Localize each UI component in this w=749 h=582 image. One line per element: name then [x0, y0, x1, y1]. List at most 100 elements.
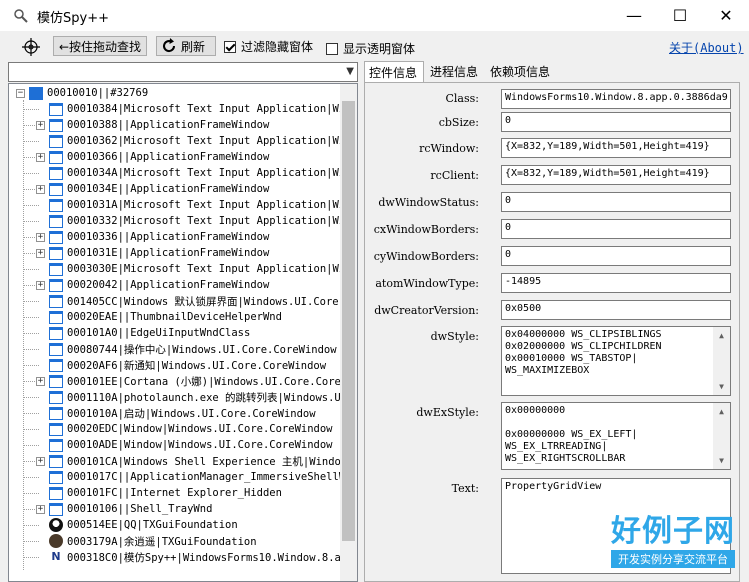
window-icon [49, 118, 63, 132]
filter-hidden-checkbox[interactable]: 过滤隐藏窗体 [224, 38, 313, 55]
tree-item[interactable]: 0001017C||ApplicationManager_ImmersiveSh… [36, 469, 351, 485]
window-icon [49, 230, 63, 244]
cxwindowborders-field[interactable]: 0 [501, 219, 731, 239]
tree-item-label: 0001017C||ApplicationManager_ImmersiveSh… [67, 471, 352, 483]
cywindowborders-field[interactable]: 0 [501, 246, 731, 266]
filter-hidden-check[interactable] [224, 40, 236, 53]
window-icon [49, 150, 63, 164]
tree-item[interactable]: 00010384|Microsoft Text Input Applicatio… [36, 101, 345, 117]
window-icon [49, 262, 63, 276]
tree-item[interactable]: 0003030E|Microsoft Text Input Applicatio… [36, 261, 345, 277]
expand-icon[interactable]: + [36, 456, 45, 466]
dwcreatorversion-field[interactable]: 0x0500 [501, 300, 731, 320]
tree-item[interactable]: +0001034E||ApplicationFrameWindow [36, 181, 269, 197]
style-line: WS_MAXIMIZEBOX [505, 365, 590, 376]
dwstyle-label: dwStyle: [430, 330, 479, 343]
close-button[interactable]: ✕ [703, 0, 749, 31]
style-line: WS_EX_RIGHTSCROLLBAR [505, 453, 626, 464]
tree-item[interactable]: 00010332|Microsoft Text Input Applicatio… [36, 213, 345, 229]
tree-item-label: 0001034E||ApplicationFrameWindow [67, 183, 270, 195]
tree-item[interactable]: +00010388||ApplicationFrameWindow [36, 117, 269, 133]
show-transparent-check[interactable] [326, 42, 338, 55]
tree-item[interactable]: +00010336||ApplicationFrameWindow [36, 229, 269, 245]
tree-scrollbar[interactable] [340, 84, 357, 581]
window-icon [49, 470, 63, 484]
dwstyle-scrollbar[interactable]: ▲ ▼ [713, 327, 730, 395]
style-line [505, 417, 727, 429]
tree-item[interactable]: 000101FC||Internet Explorer_Hidden [36, 485, 282, 501]
tree-root[interactable]: − 00010010||#32769 [16, 85, 148, 101]
tree-item-label: 0003179A|余逍遥|TXGuiFoundation [67, 535, 257, 548]
tree-item[interactable]: 00010ADE|Window|Windows.UI.Core.CoreWind… [36, 437, 333, 453]
dwexstyle-textbox[interactable]: 0x00000000 0x00000000 WS_EX_LEFT| WS_EX_LT… [501, 402, 731, 470]
cbsize-field[interactable]: 0 [501, 112, 731, 132]
scroll-up-icon[interactable]: ▲ [713, 327, 730, 344]
tree-item[interactable]: 0001010A|启动|Windows.UI.Core.CoreWindow [36, 405, 316, 421]
tree-item[interactable]: +0001031E||ApplicationFrameWindow [36, 245, 269, 261]
rcclient-field[interactable]: {X=832,Y=189,Width=501,Height=419} [501, 165, 731, 185]
tree-item[interactable]: +00010106||Shell_TrayWnd [36, 501, 212, 517]
tree-item[interactable]: 00020EDC|Window|Windows.UI.Core.CoreWind… [36, 421, 333, 437]
maximize-button[interactable]: ☐ [657, 0, 703, 31]
window-filter-combo[interactable]: ▼ [8, 62, 358, 82]
collapse-icon[interactable]: − [16, 88, 25, 98]
tree-item[interactable]: 0001110A|photolaunch.exe 的跳转列表|Windows.U [36, 389, 341, 405]
scroll-down-icon[interactable]: ▼ [713, 452, 730, 469]
window-tree[interactable]: − 00010010||#32769 00010384|Microsoft Te… [8, 83, 358, 582]
expand-icon[interactable]: + [36, 376, 45, 386]
tree-item[interactable]: 001405CC|Windows 默认锁屏界面|Windows.UI.Core [36, 293, 339, 309]
tree-item[interactable]: 0001034A|Microsoft Text Input Applicatio… [36, 165, 345, 181]
tree-item[interactable]: 00080744|操作中心|Windows.UI.Core.CoreWindow [36, 341, 337, 357]
magnifier-icon [14, 9, 28, 23]
expand-icon[interactable]: + [36, 120, 45, 130]
scroll-down-icon[interactable]: ▼ [713, 378, 730, 395]
tree-item[interactable]: 00010362|Microsoft Text Input Applicatio… [36, 133, 345, 149]
refresh-button[interactable]: 刷新 [156, 36, 216, 56]
tab-control-info[interactable]: 控件信息 [364, 61, 424, 82]
atomwindowtype-field[interactable]: -14895 [501, 273, 731, 293]
class-field[interactable]: WindowsForms10.Window.8.app.0.3886da9 [501, 89, 731, 109]
scroll-up-icon[interactable]: ▲ [713, 403, 730, 420]
tree-scrollbar-thumb[interactable] [342, 101, 355, 541]
dwexstyle-label: dwExStyle: [416, 406, 479, 419]
tree-item[interactable]: 000514EE|QQ|TXGuiFoundation [36, 517, 238, 533]
expand-icon[interactable]: + [36, 504, 45, 514]
tree-item[interactable]: 00020EAE||ThumbnailDeviceHelperWnd [36, 309, 282, 325]
rcwindow-field[interactable]: {X=832,Y=189,Width=501,Height=419} [501, 138, 731, 158]
tab-dependency-info[interactable]: 依赖项信息 [486, 62, 558, 81]
window-icon [49, 310, 63, 324]
refresh-icon [163, 38, 176, 53]
tree-item[interactable]: 000101A0||EdgeUiInputWndClass [36, 325, 250, 341]
show-transparent-checkbox[interactable]: 显示透明窗体 [326, 40, 415, 57]
expand-icon[interactable]: + [36, 248, 45, 258]
tree-item[interactable]: +000101CA|Windows Shell Experience 主机|Wi… [36, 453, 347, 469]
tree-item[interactable]: 00020AF6|新通知|Windows.UI.Core.CoreWindow [36, 357, 326, 373]
expand-icon[interactable]: + [36, 280, 45, 290]
style-line: WS_EX_LTRREADING| [505, 441, 608, 452]
expand-icon[interactable]: + [36, 152, 45, 162]
tree-line [23, 100, 24, 570]
expand-icon[interactable]: + [36, 232, 45, 242]
tree-item[interactable]: 0001031A|Microsoft Text Input Applicatio… [36, 197, 345, 213]
crosshair-target-icon[interactable] [21, 37, 41, 57]
desktop-window-icon [29, 86, 43, 100]
tree-item-label: 00020042||ApplicationFrameWindow [67, 279, 270, 291]
tree-item[interactable]: +00010366||ApplicationFrameWindow [36, 149, 269, 165]
dwexstyle-scrollbar[interactable]: ▲ ▼ [713, 403, 730, 469]
tree-item-label: 000514EE|QQ|TXGuiFoundation [67, 519, 238, 531]
tree-item[interactable]: +000101EE|Cortana (小娜)|Windows.UI.Core.C… [36, 373, 347, 389]
dwwindowstatus-field[interactable]: 0 [501, 192, 731, 212]
minimize-button[interactable]: — [611, 0, 657, 31]
window-icon [49, 358, 63, 372]
dwstyle-textbox[interactable]: 0x04000000 WS_CLIPSIBLINGS 0x02000000 WS_… [501, 326, 731, 396]
tree-item[interactable]: N 000318C0|模仿Spy++|WindowsForms10.Window.… [36, 549, 341, 565]
tree-item[interactable]: +00020042||ApplicationFrameWindow [36, 277, 269, 293]
about-link[interactable]: 关于(About) [669, 39, 744, 56]
chevron-down-icon[interactable]: ▼ [346, 66, 354, 77]
tree-item-label: 00010366||ApplicationFrameWindow [67, 151, 270, 163]
expand-icon[interactable]: + [36, 184, 45, 194]
window-icon [49, 182, 63, 196]
drag-find-button[interactable]: ←按住拖动查找 [53, 36, 147, 56]
tab-process-info[interactable]: 进程信息 [426, 62, 484, 81]
tree-item[interactable]: 0003179A|余逍遥|TXGuiFoundation [36, 533, 257, 549]
